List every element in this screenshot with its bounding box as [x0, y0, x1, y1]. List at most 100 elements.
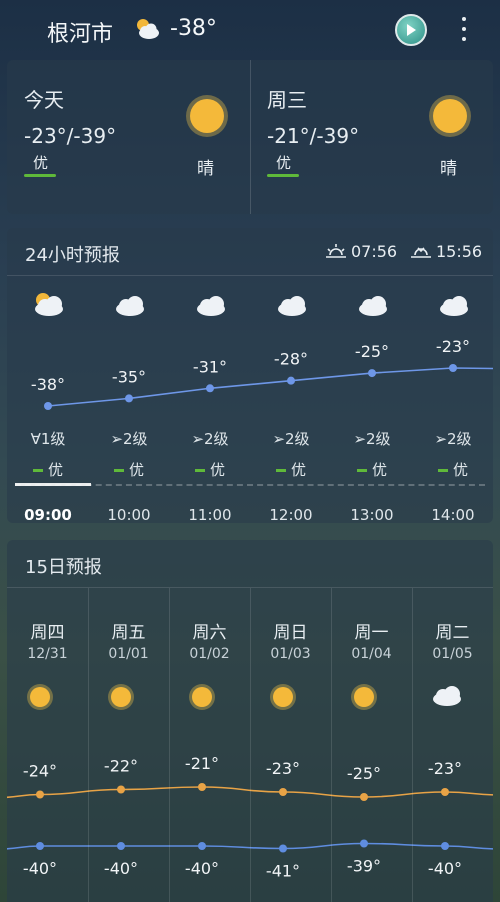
low-temp-point — [198, 842, 206, 850]
daily-title: 15日预报 — [25, 557, 102, 578]
air-quality-label: 优 — [251, 459, 331, 480]
hourly-item[interactable]: ➢2级优 10:00 — [89, 428, 169, 524]
air-quality-label: 优 — [8, 459, 88, 480]
low-temp-point — [279, 844, 287, 853]
air-quality-label: 优 — [170, 459, 250, 480]
sun-icon — [270, 684, 296, 710]
sun-icon — [108, 684, 134, 710]
hourly-temp-point — [206, 384, 214, 393]
hourly-item[interactable]: ➢2级优 13:00 — [332, 428, 412, 524]
sunrise-time: 07:56 — [325, 242, 397, 261]
hourly-temp-point — [44, 402, 52, 410]
hourly-temp-point — [287, 376, 295, 385]
hourly-temp-point — [449, 364, 457, 372]
low-temp-label: -40° — [428, 859, 462, 878]
high-temp-label: -23° — [428, 759, 462, 778]
play-icon — [407, 24, 416, 36]
sun-icon — [429, 95, 471, 137]
sun-icon — [27, 684, 53, 710]
sun-icon — [186, 95, 228, 137]
hourly-item[interactable]: ➢2级优 11:00 — [170, 428, 250, 524]
hour-time: 10:00 — [107, 506, 151, 524]
hourly-temp-label: -28° — [274, 350, 308, 369]
hour-time: 12:00 — [269, 506, 313, 524]
day-summary-tomorrow[interactable]: 周三 -21°/-39° 优 晴 — [250, 60, 493, 214]
sun-icon — [189, 684, 215, 710]
sunrise-icon — [326, 243, 346, 258]
air-quality-label: 优 — [276, 154, 292, 172]
timeline-active-segment — [15, 483, 91, 486]
wind-level: ➢2级 — [110, 430, 148, 448]
low-temp-label: -39° — [347, 857, 381, 876]
wind-level: ➢2级 — [272, 430, 310, 448]
sunrise-value: 07:56 — [351, 242, 398, 261]
high-temp-point — [360, 793, 368, 801]
hourly-item[interactable]: ➢2级优 12:00 — [251, 428, 331, 524]
day-name: 今天 — [24, 88, 64, 112]
sunset-icon — [411, 246, 431, 258]
high-temp-point — [117, 785, 125, 794]
partly-cloudy-icon — [137, 19, 159, 39]
high-temp-label: -25° — [347, 764, 381, 783]
hour-time: 09:00 — [24, 506, 72, 524]
wind-level: ➢2级 — [434, 430, 472, 448]
hourly-temp-point — [125, 394, 133, 403]
low-temp-point — [117, 842, 125, 850]
air-quality-label: 优 — [89, 459, 169, 480]
weather-condition: 晴 — [440, 159, 457, 179]
video-play-button[interactable] — [395, 14, 427, 46]
air-quality-label: 优 — [332, 459, 412, 480]
low-temp-point — [441, 842, 449, 850]
wind-level: ➢2级 — [191, 430, 229, 448]
cloud-icon — [433, 686, 461, 706]
low-temp-point — [360, 839, 368, 848]
cloud-icon — [440, 296, 468, 316]
hour-time: 13:00 — [350, 506, 394, 524]
hourly-item[interactable]: ∀1级优 09:00 — [8, 428, 88, 524]
high-temp-label: -23° — [266, 759, 300, 778]
high-temp-point — [441, 788, 449, 796]
column-divider — [88, 588, 89, 902]
hourly-temp-label: -38° — [31, 375, 65, 394]
cloud-icon — [359, 296, 387, 316]
temperature-range: -21°/-39° — [267, 124, 360, 148]
air-quality-label: 优 — [413, 459, 493, 480]
hourly-forecast-card: 24小时预报 07:56 15:56 -38° -35° -31° -28° -25° -… — [7, 228, 493, 524]
wind-level: ➢2级 — [353, 430, 391, 448]
sun-cloud-icon — [35, 293, 63, 316]
hourly-title: 24小时预报 — [25, 245, 120, 266]
current-temperature: -38° — [170, 16, 217, 41]
cloud-icon — [116, 296, 144, 316]
air-quality-bar — [267, 174, 299, 177]
temperature-range: -23°/-39° — [24, 124, 117, 148]
hourly-temp-label: -35° — [112, 367, 146, 386]
hourly-item[interactable]: ➢2级优 14:00 — [413, 428, 493, 524]
cloud-icon — [278, 296, 306, 316]
hourly-temperature-chart: -38° -35° -31° -28° -25° -23° — [31, 293, 493, 410]
more-menu-button[interactable] — [456, 14, 472, 44]
low-temp-point — [36, 842, 44, 850]
sunset-value: 15:56 — [436, 242, 483, 261]
weather-condition: 晴 — [197, 159, 214, 179]
wind-level: ∀1级 — [30, 430, 66, 448]
hour-time: 14:00 — [431, 506, 475, 524]
low-temp-label: -41° — [266, 862, 300, 881]
column-divider — [331, 588, 332, 902]
column-divider — [412, 588, 413, 902]
hourly-temp-label: -23° — [436, 337, 470, 356]
hour-time: 11:00 — [188, 506, 232, 524]
today-tomorrow-card: 今天 -23°/-39° 优 晴 周三 -21°/-39° 优 晴 — [7, 60, 493, 214]
low-temp-label: -40° — [185, 859, 219, 878]
air-quality-label: 优 — [33, 154, 49, 172]
hourly-temp-label: -31° — [193, 357, 227, 376]
high-temp-label: -21° — [185, 754, 219, 773]
day-summary-today[interactable]: 今天 -23°/-39° 优 晴 — [7, 60, 250, 214]
city-name[interactable]: 根河市 — [47, 16, 113, 48]
sunset-time: 15:56 — [410, 242, 482, 261]
hourly-temp-label: -25° — [355, 342, 389, 361]
low-temp-label: -40° — [104, 859, 138, 878]
day-name: 周三 — [267, 88, 307, 112]
high-temp-point — [198, 783, 206, 791]
air-quality-bar — [24, 174, 56, 177]
high-temp-point — [36, 790, 44, 799]
